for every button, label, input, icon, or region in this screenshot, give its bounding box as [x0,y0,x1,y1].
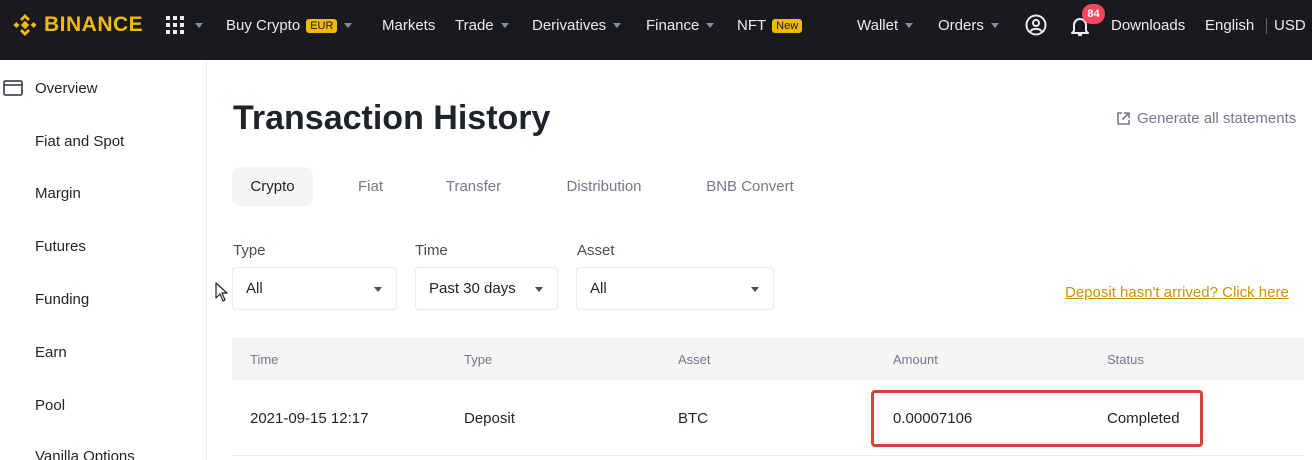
apps-chevron-down-icon [195,23,203,28]
type-filter-label: Type [233,242,266,259]
cell-time: 2021-09-15 12:17 [250,410,369,427]
chevron-down-icon [344,23,353,28]
chevron-down-icon [613,23,622,28]
nav-divider [1266,18,1267,34]
currency-badge: EUR [306,18,338,33]
highlight-box [871,390,1203,447]
column-header-status[interactable]: Status [1107,352,1144,367]
new-badge: New [772,18,803,33]
nav-buy-crypto-label: Buy Crypto [226,17,301,34]
sidebar-item-futures[interactable]: Futures [35,238,86,255]
type-select-value: All [246,280,263,297]
nav-orders-label: Orders [938,17,984,34]
tab-bnb-convert[interactable]: BNB Convert [691,167,809,206]
nav-wallet[interactable]: Wallet [857,17,914,34]
type-select[interactable]: All [232,267,397,310]
cell-asset: BTC [678,410,708,427]
nav-markets-label: Markets [382,17,436,34]
sidebar-item-overview[interactable]: Overview [35,80,98,97]
top-navigation-bar: BINANCE Buy Crypto EUR Markets Trade Der… [0,0,1312,60]
nav-orders[interactable]: Orders [938,17,999,34]
sidebar-item-margin[interactable]: Margin [35,185,81,202]
sidebar-item-fiat-and-spot[interactable]: Fiat and Spot [35,133,124,150]
page-title: Transaction History [233,99,551,137]
column-header-asset[interactable]: Asset [678,352,711,367]
nav-trade-label: Trade [455,17,494,34]
generate-statements-label: Generate all statements [1137,110,1297,127]
tab-distribution[interactable]: Distribution [549,167,659,206]
table-header: Time Type Asset Amount Status [232,338,1304,380]
cell-type: Deposit [464,410,515,427]
nav-derivatives-label: Derivatives [532,17,607,34]
nav-finance[interactable]: Finance [646,17,715,34]
binance-logo-icon [13,14,37,36]
asset-select[interactable]: All [576,267,774,310]
nav-language[interactable]: English [1205,17,1254,34]
mouse-cursor-icon [215,282,228,302]
column-header-amount[interactable]: Amount [893,352,938,367]
user-profile-icon[interactable] [1025,14,1047,36]
nav-currency-label: USD [1274,17,1306,34]
wallet-icon [3,80,23,96]
time-select[interactable]: Past 30 days [415,267,558,310]
sidebar: Overview Fiat and Spot Margin Futures Fu… [0,60,207,460]
nav-finance-label: Finance [646,17,700,34]
external-link-icon [1117,112,1130,125]
chevron-down-icon [374,287,382,292]
nav-markets[interactable]: Markets [382,17,435,34]
chevron-down-icon [706,23,715,28]
sidebar-item-vanilla-options[interactable]: Vanilla Options [35,448,135,460]
notification-count-badge: 84 [1082,4,1105,24]
generate-statements-link[interactable]: Generate all statements [1116,110,1296,127]
chevron-down-icon [535,287,543,292]
nav-trade[interactable]: Trade [455,17,509,34]
tab-transfer[interactable]: Transfer [430,167,517,206]
deposit-help-link[interactable]: Deposit hasn't arrived? Click here [1065,284,1289,301]
sidebar-item-earn[interactable]: Earn [35,344,67,361]
nav-nft-label: NFT [737,17,767,34]
time-select-value: Past 30 days [429,280,516,297]
sidebar-item-pool[interactable]: Pool [35,397,65,414]
brand-name: BINANCE [44,13,144,36]
asset-select-value: All [590,280,607,297]
chevron-down-icon [751,287,759,292]
nav-nft[interactable]: NFT New [737,17,803,34]
nav-derivatives[interactable]: Derivatives [532,17,622,34]
chevron-down-icon [905,23,914,28]
nav-language-label: English [1205,17,1255,34]
column-header-time[interactable]: Time [250,352,278,367]
sidebar-item-funding[interactable]: Funding [35,291,89,308]
nav-downloads[interactable]: Downloads [1111,17,1185,34]
apps-grid-icon[interactable] [166,16,184,34]
nav-buy-crypto[interactable]: Buy Crypto EUR [226,17,353,34]
chevron-down-icon [500,23,509,28]
binance-logo[interactable]: BINANCE [12,12,143,38]
nav-downloads-label: Downloads [1111,17,1186,34]
time-filter-label: Time [415,242,448,259]
chevron-down-icon [990,23,999,28]
column-header-type[interactable]: Type [464,352,492,367]
tab-crypto[interactable]: Crypto [232,167,313,206]
asset-filter-label: Asset [577,242,615,259]
nav-currency[interactable]: USD [1274,17,1306,34]
tab-fiat[interactable]: Fiat [343,167,398,206]
nav-wallet-label: Wallet [857,17,899,34]
